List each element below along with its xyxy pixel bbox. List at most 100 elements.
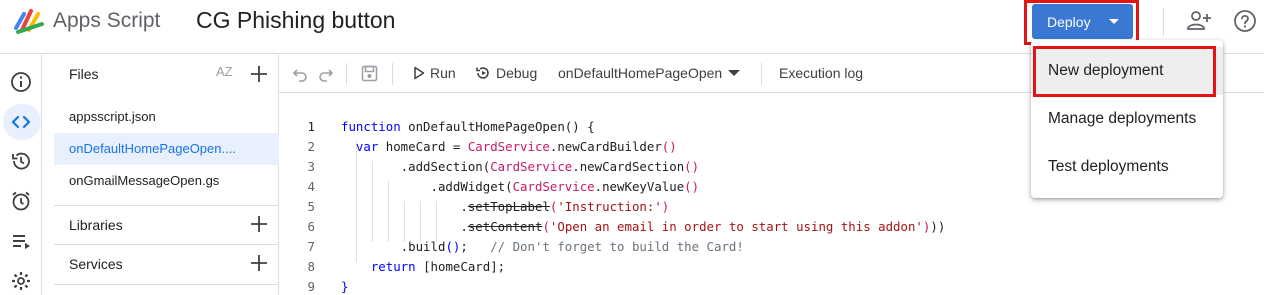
code-token: .newKeyValue [594, 179, 685, 194]
files-panel: Files AZ appsscript.json onDefaultHomePa… [42, 55, 279, 295]
code-text: .addWidget(CardService.newKeyValue() [341, 177, 700, 197]
info-icon[interactable] [8, 69, 34, 95]
code-token: () [445, 239, 461, 254]
code-token: homeCard = [385, 139, 468, 154]
play-icon [414, 66, 425, 80]
code-token: () [684, 159, 700, 174]
divider [54, 205, 279, 206]
person-add-icon[interactable] [1186, 9, 1212, 33]
code-token: .addWidget( [341, 179, 513, 194]
code-text: .build(); // Don't forget to build the C… [341, 237, 744, 257]
code-text: var homeCard = CardService.newCardBuilde… [341, 137, 677, 157]
divider [392, 63, 393, 85]
code-token: .newCardSection [572, 159, 685, 174]
line-number: 2 [307, 139, 315, 154]
libraries-label: Libraries [69, 217, 123, 233]
line-number: 9 [307, 279, 315, 294]
code-text: } [341, 277, 348, 295]
code-token: () [661, 139, 677, 154]
line-number: 1 [307, 119, 315, 134]
execution-log-button[interactable]: Execution log [779, 65, 863, 81]
files-header: Files AZ [42, 55, 279, 93]
settings-icon[interactable] [8, 268, 34, 294]
project-title[interactable]: CG Phishing button [196, 7, 395, 34]
code-token: CardService [512, 179, 595, 194]
divider [346, 63, 347, 85]
files-title: Files [69, 66, 99, 82]
code-token: .build [341, 239, 446, 254]
line-number: 4 [307, 179, 315, 194]
code-token: [homeCard]; [423, 259, 506, 274]
debug-label: Debug [496, 65, 538, 81]
code-text: .setTopLabel('Instruction:') [341, 197, 669, 217]
debug-button[interactable]: Debug [475, 65, 537, 81]
deploy-button[interactable]: Deploy [1032, 4, 1133, 39]
code-token: .addSection( [341, 159, 491, 174]
executions-icon[interactable] [8, 228, 34, 254]
services-label: Services [69, 256, 123, 272]
code-token: setTopLabel [467, 199, 550, 214]
alarm-icon[interactable] [8, 188, 34, 214]
code-token: CardService [490, 159, 573, 174]
code-text: .addSection(CardService.newCardSection() [341, 157, 699, 177]
code-icon[interactable] [8, 109, 34, 135]
code-token: ( [542, 219, 550, 234]
run-button[interactable]: Run [413, 65, 456, 81]
code-token: )) [930, 219, 946, 234]
code-token: .newCardBuilder [549, 139, 662, 154]
code-token: // Don't forget to build the Card! [490, 239, 744, 254]
save-icon[interactable] [361, 65, 378, 82]
line-number: 7 [307, 239, 315, 254]
code-token: return [370, 259, 424, 274]
undo-icon[interactable] [292, 66, 308, 82]
code-token: 'Instruction:' [557, 199, 662, 214]
add-service-icon[interactable] [250, 254, 268, 272]
code-token: } [341, 279, 349, 294]
divider [761, 63, 762, 85]
deploy-label: Deploy [1047, 13, 1091, 30]
divider [1163, 8, 1164, 36]
menu-item-test-deployments[interactable]: Test deployments [1031, 143, 1223, 191]
code-token: onDefaultHomePageOpen [408, 119, 565, 134]
code-token: () { [564, 119, 595, 134]
left-rail [0, 55, 42, 295]
file-item-ongmailmessageopen[interactable]: onGmailMessageOpen.gs [54, 165, 279, 197]
divider [54, 244, 279, 245]
run-label: Run [430, 65, 456, 81]
sort-az-icon[interactable]: AZ [216, 64, 233, 79]
code-text: .setContent('Open an email in order to s… [341, 217, 945, 237]
code-token: . [341, 199, 468, 214]
function-select-value: onDefaultHomePageOpen [558, 65, 723, 81]
code-token: 'Open an email in order to start using t… [549, 219, 923, 234]
code-text: return [homeCard]; [341, 257, 505, 277]
add-file-icon[interactable] [250, 65, 268, 83]
help-icon[interactable] [1233, 9, 1257, 33]
code-token: ; [460, 239, 491, 254]
debug-icon [476, 67, 489, 79]
code-text: function onDefaultHomePageOpen() { [341, 117, 595, 137]
app-name: Apps Script [53, 9, 161, 32]
code-token: () [684, 179, 700, 194]
code-token: function [341, 119, 409, 134]
code-token: . [341, 219, 468, 234]
code-token: var [355, 139, 386, 154]
file-item-ondefaulthomepageopen[interactable]: onDefaultHomePageOpen.... [54, 133, 279, 165]
file-item-appsscript-json[interactable]: appsscript.json [54, 101, 279, 133]
add-library-icon[interactable] [250, 215, 268, 233]
code-token: ) [661, 199, 670, 214]
line-number: 6 [307, 219, 315, 234]
divider [54, 284, 279, 285]
redo-icon[interactable] [318, 66, 334, 82]
menu-item-manage-deployments[interactable]: Manage deployments [1031, 95, 1223, 143]
function-select[interactable]: onDefaultHomePageOpen [558, 65, 741, 81]
code-token: CardService [467, 139, 550, 154]
apps-script-logo[interactable] [12, 6, 48, 36]
caret-down-icon [728, 70, 741, 76]
line-number: 5 [307, 199, 315, 214]
history-icon[interactable] [8, 148, 34, 174]
line-number: 8 [307, 259, 315, 274]
code-token: setContent [467, 219, 543, 234]
line-number: 3 [307, 159, 315, 174]
